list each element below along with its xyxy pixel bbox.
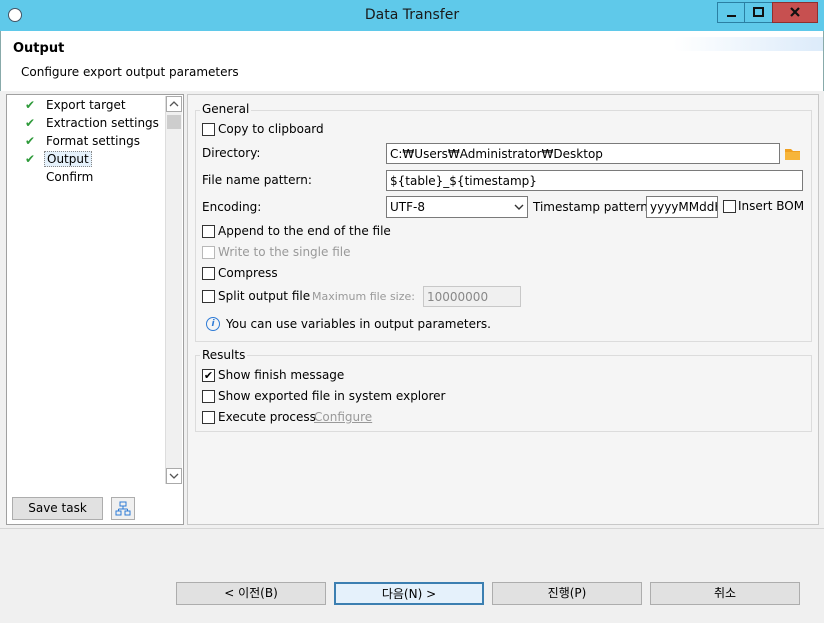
split-output-file-checkbox[interactable]: [202, 290, 215, 303]
encoding-value: UTF-8: [390, 200, 425, 214]
insert-bom-label: Insert BOM: [738, 199, 805, 213]
page-header: Output Configure export output parameter…: [0, 31, 824, 91]
nav-item-export-target[interactable]: ✔ Export target: [7, 97, 167, 115]
write-single-file-checkbox[interactable]: [202, 246, 215, 259]
output-settings-panel: General Copy to clipboard Directory: C:₩…: [187, 94, 819, 525]
file-name-pattern-input[interactable]: ${table}_${timestamp}: [386, 170, 803, 191]
scroll-down-arrow[interactable]: [166, 468, 182, 484]
encoding-label: Encoding:: [202, 200, 262, 214]
check-icon: ✔: [25, 134, 36, 148]
show-finish-message-label: Show finish message: [218, 368, 345, 382]
nav-item-confirm[interactable]: Confirm: [7, 169, 167, 187]
check-icon: ✔: [25, 98, 36, 112]
page-title: Output: [13, 41, 65, 56]
page-subtitle: Configure export output parameters: [21, 65, 239, 79]
nav-item-label: Format settings: [46, 134, 140, 148]
compress-checkbox[interactable]: [202, 267, 215, 280]
execute-process-checkbox[interactable]: [202, 411, 215, 424]
split-output-file-label: Split output file: [218, 289, 311, 303]
nav-item-label: Output: [44, 151, 92, 167]
file-name-pattern-label: File name pattern:: [202, 173, 312, 187]
folder-icon: [785, 149, 800, 160]
nav-scrollbar[interactable]: [165, 96, 182, 484]
back-button[interactable]: < 이전(B): [176, 582, 326, 605]
directory-label: Directory:: [202, 146, 261, 160]
chevron-up-icon: [169, 101, 179, 107]
maximize-icon: [753, 7, 764, 17]
append-to-end-checkbox[interactable]: [202, 225, 215, 238]
window-title: Data Transfer: [364, 7, 460, 23]
copy-to-clipboard-checkbox[interactable]: [202, 123, 215, 136]
write-single-file-label: Write to the single file: [218, 245, 351, 259]
configure-link[interactable]: Configure: [314, 410, 372, 424]
nav-item-label: Confirm: [46, 170, 94, 184]
header-decoration: [673, 37, 823, 51]
info-text: You can use variables in output paramete…: [226, 317, 491, 331]
max-file-size-input[interactable]: 10000000: [423, 286, 521, 307]
nav-item-label: Extraction settings: [46, 116, 159, 130]
check-icon: ✔: [25, 116, 36, 130]
maximize-button[interactable]: [744, 2, 773, 23]
next-button[interactable]: 다음(N) >: [334, 582, 484, 605]
nav-item-format-settings[interactable]: ✔ Format settings: [7, 133, 167, 151]
chevron-down-icon: [169, 473, 179, 479]
footer-divider: [0, 528, 824, 529]
proceed-button[interactable]: 진행(P): [492, 582, 642, 605]
show-exported-file-label: Show exported file in system explorer: [218, 389, 446, 403]
insert-bom-checkbox[interactable]: [723, 200, 736, 213]
chevron-down-icon: [514, 204, 524, 210]
append-to-end-label: Append to the end of the file: [218, 224, 391, 238]
show-finish-message-checkbox[interactable]: ✔: [202, 369, 215, 382]
timestamp-pattern-label: Timestamp pattern:: [533, 200, 652, 214]
close-button[interactable]: [772, 2, 818, 23]
nav-item-label: Export target: [46, 98, 126, 112]
scroll-up-arrow[interactable]: [166, 96, 182, 112]
nav-item-extraction-settings[interactable]: ✔ Extraction settings: [7, 115, 167, 133]
browse-folder-button[interactable]: [784, 145, 802, 162]
encoding-select[interactable]: UTF-8: [386, 196, 528, 218]
tree-icon: [115, 501, 131, 516]
execute-process-label: Execute process: [218, 410, 316, 424]
wizard-step-list: ✔ Export target ✔ Extraction settings ✔ …: [6, 94, 184, 525]
task-tree-button[interactable]: [111, 497, 135, 520]
directory-input[interactable]: C:₩Users₩Administrator₩Desktop: [386, 143, 780, 164]
copy-to-clipboard-label: Copy to clipboard: [218, 122, 324, 136]
compress-label: Compress: [218, 266, 278, 280]
check-icon: ✔: [25, 152, 36, 166]
title-bar: Data Transfer: [0, 0, 824, 31]
scroll-thumb[interactable]: [167, 115, 181, 129]
save-task-button[interactable]: Save task: [12, 497, 103, 520]
minimize-icon: [727, 15, 736, 17]
timestamp-pattern-input[interactable]: yyyyMMddHHmm: [646, 196, 718, 218]
results-group-label: Results: [200, 348, 248, 362]
cancel-button[interactable]: 취소: [650, 582, 800, 605]
info-icon: i: [206, 317, 220, 331]
show-exported-file-checkbox[interactable]: [202, 390, 215, 403]
general-group-label: General: [200, 102, 252, 116]
minimize-button[interactable]: [717, 2, 745, 23]
close-icon: [790, 7, 800, 17]
nav-item-output[interactable]: ✔ Output: [7, 151, 167, 169]
max-file-size-label: Maximum file size:: [312, 290, 415, 303]
